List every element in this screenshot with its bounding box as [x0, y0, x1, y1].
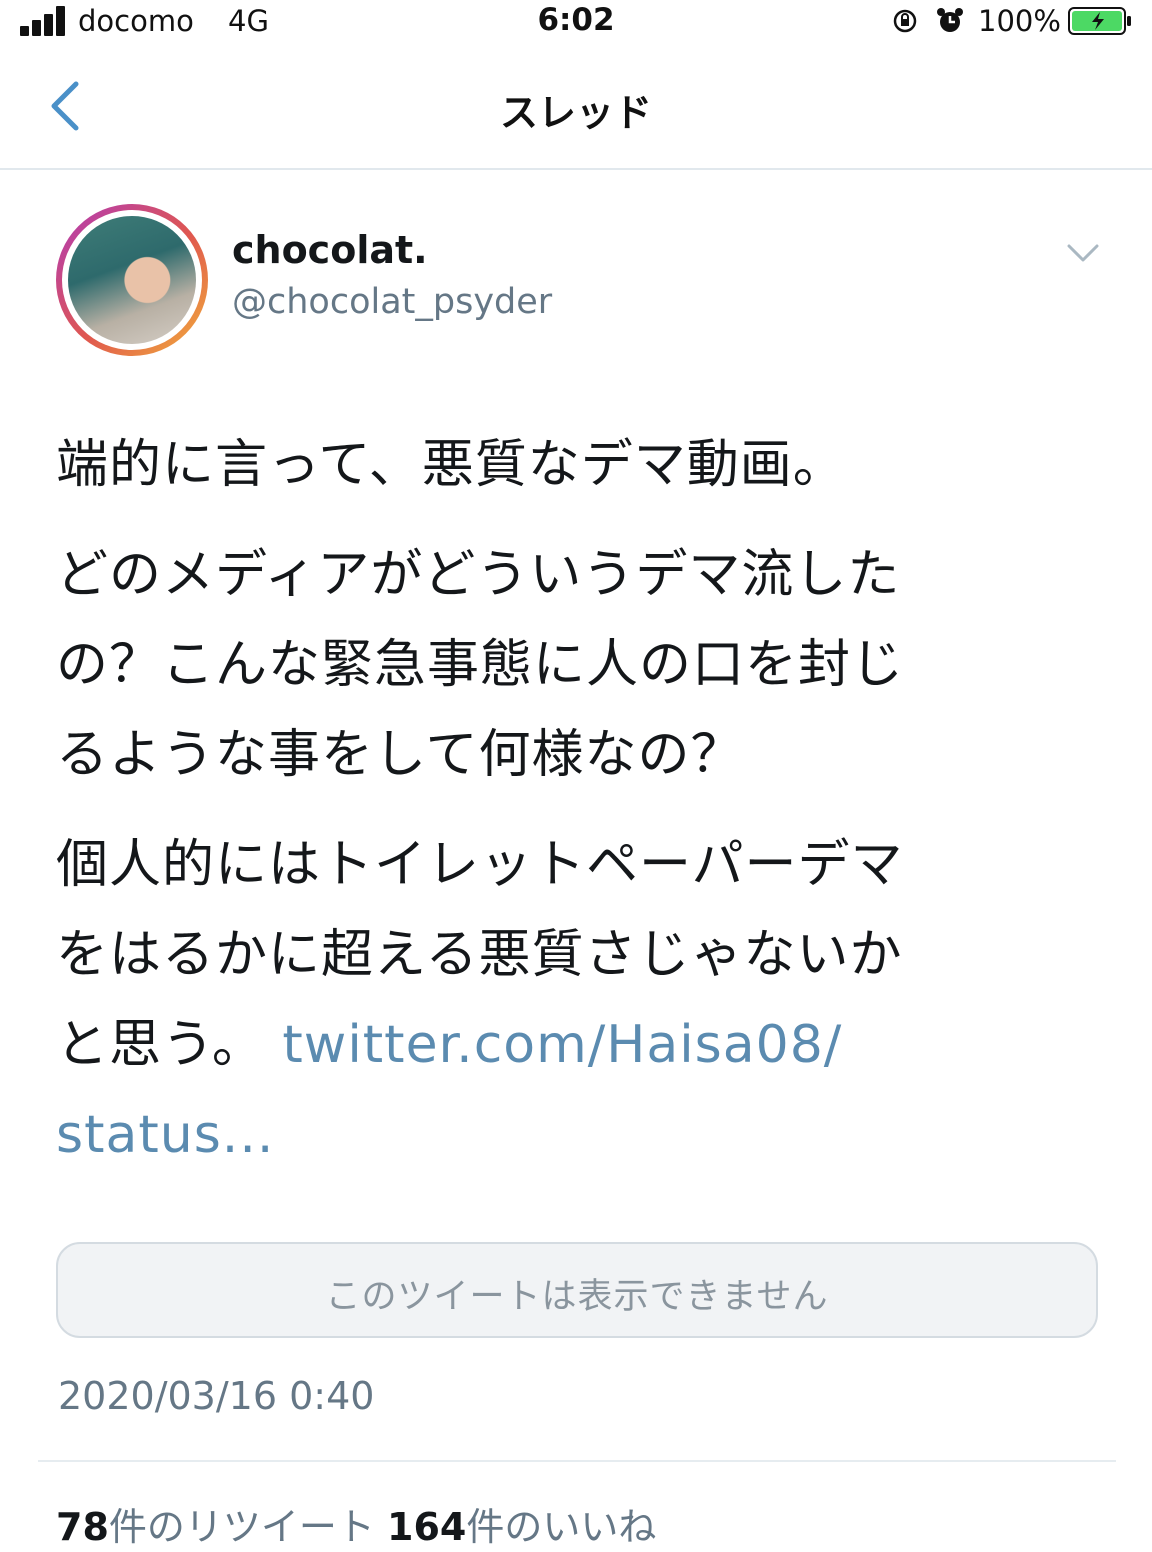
nav-bar: スレッド — [0, 44, 1152, 170]
tweet-link[interactable]: twitter.com/Haisa08/ — [282, 1015, 842, 1075]
unavailable-tweet-card: このツイートは表示できません — [56, 1242, 1098, 1338]
like-count[interactable]: 164 — [387, 1505, 466, 1549]
tweet-line: 端的に言って、悪質なデマ動画。 — [56, 435, 846, 495]
retweet-label[interactable]: 件のリツイート — [109, 1505, 375, 1549]
tweet-line-with-link: と思う。 twitter.com/Haisa08/ — [56, 1000, 1096, 1090]
unavailable-tweet-text: このツイートは表示できません — [325, 1277, 829, 1317]
display-name[interactable]: chocolat. — [232, 228, 428, 272]
tweet-line: の？こんな緊急事態に人の口を封じ — [56, 635, 905, 695]
battery-percent: 100% — [978, 4, 1061, 38]
like-label[interactable]: 件のいいね — [466, 1505, 656, 1549]
status-bar: docomo 4G 6:02 100% — [0, 0, 1152, 44]
rotation-lock-icon — [893, 9, 917, 33]
user-handle[interactable]: @chocolat_psyder — [232, 282, 552, 322]
divider — [38, 1460, 1116, 1462]
tweet-line: と思う。 — [56, 1015, 265, 1075]
retweet-count[interactable]: 78 — [56, 1505, 109, 1549]
chevron-down-icon[interactable] — [1066, 242, 1100, 266]
battery-charging-icon — [1068, 7, 1131, 35]
tweet-line: るような事をして何様なの？ — [56, 725, 744, 785]
avatar-photo — [68, 216, 196, 344]
avatar[interactable] — [56, 204, 208, 356]
tweet-line: どのメディアがどういうデマ流した — [56, 545, 901, 605]
tweet-link-continued[interactable]: status... — [56, 1105, 274, 1165]
tweet-text: 端的に言って、悪質なデマ動画。 どのメディアがどういうデマ流した の？こんな緊急… — [56, 420, 1096, 1180]
tweet-line: 個人的にはトイレットペーパーデマ — [56, 835, 904, 895]
alarm-icon — [937, 8, 963, 32]
tweet-timestamp: 2020/03/16 0:40 — [58, 1374, 375, 1418]
tweet-line: をはるかに超える悪質さじゃないか — [56, 925, 903, 985]
tweet-stats: 78件のリツイート 164件のいいね — [56, 1496, 656, 1551]
page-title: スレッド — [499, 91, 652, 135]
